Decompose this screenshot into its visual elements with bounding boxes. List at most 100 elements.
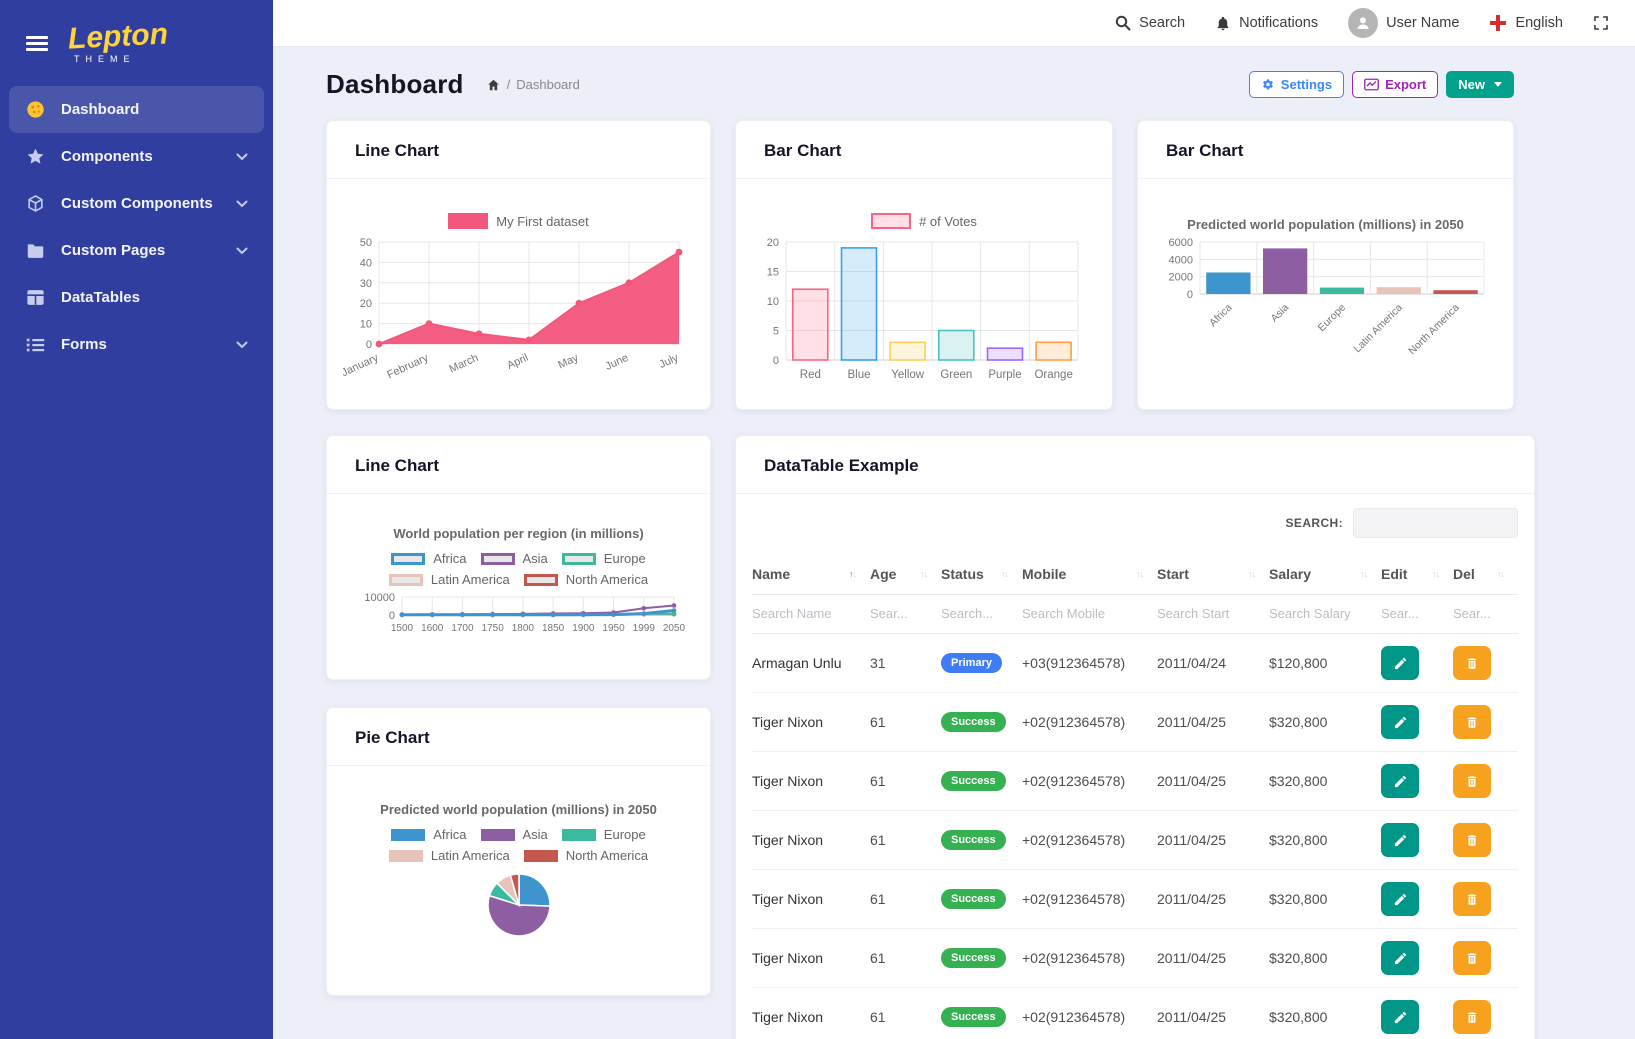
column-filter-input[interactable] [1022,606,1145,621]
cell-status: Success [941,929,1022,988]
legend-label: Latin America [431,572,510,587]
trash-icon [1465,774,1479,789]
svg-text:1999: 1999 [632,623,655,634]
sidebar-item-label: DataTables [61,289,140,306]
trash-icon [1465,951,1479,966]
svg-text:0: 0 [1186,289,1192,301]
cell-start: 2011/04/24 [1157,634,1269,693]
delete-button[interactable] [1453,823,1491,857]
svg-text:1950: 1950 [602,623,625,634]
cell-mobile: +02(912364578) [1022,693,1157,752]
column-label: Status [941,566,984,582]
svg-text:Yellow: Yellow [891,369,925,381]
column-filter-input[interactable] [1157,606,1258,621]
delete-button[interactable] [1453,941,1491,975]
column-filter-input[interactable] [1269,606,1370,621]
bar-chart-card-population: Bar Chart Predicted world population (mi… [1137,120,1514,410]
column-header-del[interactable]: Del↑↓ [1453,554,1518,595]
pie-chart-card: Pie Chart Predicted world population (mi… [326,707,711,996]
column-filter-input[interactable] [870,606,932,621]
legend-item: My First dataset [448,213,588,229]
export-button[interactable]: Export [1352,71,1438,98]
cell-status: Success [941,752,1022,811]
edit-button[interactable] [1381,823,1419,857]
table-row: Tiger Nixon61Success+02(912364578)2011/0… [752,811,1518,870]
cell-start: 2011/04/25 [1157,811,1269,870]
delete-button[interactable] [1453,705,1491,739]
status-badge: Primary [941,653,1002,673]
edit-button[interactable] [1381,1000,1419,1034]
chart-title: Predicted world population (millions) in… [1187,217,1464,232]
header-fullscreen[interactable] [1593,15,1609,31]
edit-button[interactable] [1381,646,1419,680]
legend-item: North America [524,848,648,863]
status-badge: Success [941,889,1006,909]
edit-button[interactable] [1381,882,1419,916]
datatable-search-input[interactable] [1353,508,1518,538]
column-header-edit[interactable]: Edit↑↓ [1381,554,1453,595]
menu-toggle-icon[interactable] [26,33,48,54]
delete-button[interactable] [1453,1000,1491,1034]
svg-text:40: 40 [359,257,371,269]
app-logo[interactable]: Lepton THEME [68,22,168,64]
column-label: Salary [1269,566,1311,582]
sidebar-item-components[interactable]: Components [9,133,264,180]
home-icon[interactable] [486,78,501,92]
delete-button[interactable] [1453,764,1491,798]
edit-button[interactable] [1381,941,1419,975]
sidebar-item-custom-components[interactable]: Custom Components [9,180,264,227]
header-language-label: English [1515,15,1563,31]
legend-swatch [391,553,425,565]
header-notifications[interactable]: Notifications [1215,15,1318,32]
breadcrumb-current[interactable]: Dashboard [516,77,580,92]
column-label: Start [1157,566,1189,582]
header-user[interactable]: User Name [1348,8,1459,38]
sidebar-item-custom-pages[interactable]: Custom Pages [9,227,264,274]
sidebar-item-forms[interactable]: Forms [9,321,264,368]
header-search[interactable]: Search [1115,15,1185,31]
edit-button[interactable] [1381,764,1419,798]
column-filter-input[interactable] [1453,606,1509,621]
column-header-start[interactable]: Start ↑↓ [1157,554,1269,595]
svg-text:10: 10 [359,319,371,331]
datatable-card: DataTable Example SEARCH: Name↑↓Age↑↓Sta… [735,435,1535,1039]
sidebar-item-datatables[interactable]: DataTables [9,274,264,321]
legend-swatch [448,213,488,229]
sort-icons: ↑↓ [1136,569,1143,579]
datatable-table: Name↑↓Age↑↓Status↑↓Mobile↑↓Start↑↓Salary… [752,554,1518,1039]
legend-label: Latin America [431,848,510,863]
svg-text:20: 20 [767,237,779,249]
edit-button[interactable] [1381,705,1419,739]
pencil-icon [1393,774,1408,789]
column-filter-input[interactable] [752,606,858,621]
header-language[interactable]: English [1489,14,1563,32]
card-title: Bar Chart [1166,141,1243,160]
gear-icon [1261,78,1275,92]
delete-button[interactable] [1453,882,1491,916]
column-header-status[interactable]: Status↑↓ [941,554,1022,595]
new-button[interactable]: New [1446,71,1514,98]
delete-button[interactable] [1453,646,1491,680]
column-header-mobile[interactable]: Mobile↑↓ [1022,554,1157,595]
column-header-name[interactable]: Name↑↓ [752,554,870,595]
column-header-age[interactable]: Age↑↓ [870,554,941,595]
legend-swatch [524,850,558,862]
sort-icons: ↑↓ [1248,569,1255,579]
column-filter-input[interactable] [1381,606,1444,621]
settings-button[interactable]: Settings [1249,71,1344,98]
cell-status: Success [941,870,1022,929]
column-header-salary[interactable]: Salary↑↓ [1269,554,1381,595]
legend-label: Africa [433,551,466,566]
sort-icons: ↑↓ [1432,569,1439,579]
svg-text:4000: 4000 [1168,254,1192,266]
pencil-icon [1393,892,1408,907]
sidebar-item-dashboard[interactable]: Dashboard [9,86,264,133]
svg-text:North America: North America [1406,302,1462,358]
cell-age: 61 [870,752,941,811]
svg-text:July: July [657,352,680,371]
header-user-name: User Name [1386,15,1459,31]
legend-label: North America [566,848,648,863]
line-chart: 01020304050JanuaryFebruaryMarchAprilMayJ… [343,234,695,404]
column-filter-input[interactable] [941,606,1012,621]
svg-text:20: 20 [359,298,371,310]
